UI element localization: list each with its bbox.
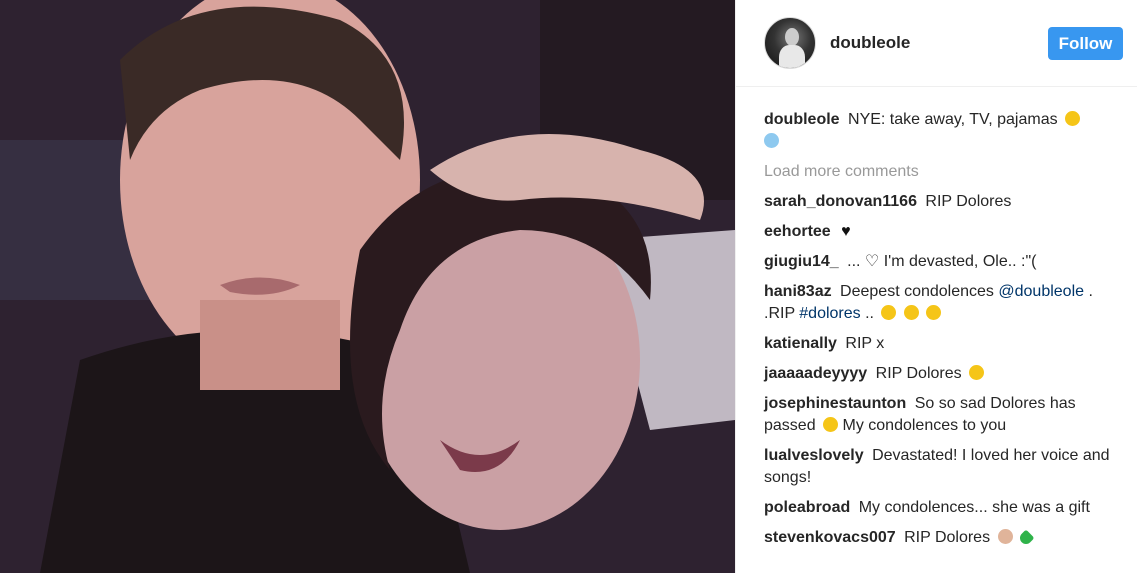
ghost-icon <box>764 133 779 148</box>
comment-item: sarah_donovan1166 RIP Dolores <box>764 191 1119 213</box>
header-username[interactable]: doubleole <box>830 33 910 53</box>
comment-text-part: My condolences to you <box>842 417 1007 434</box>
comment-item: josephinestaunton So so sad Dolores has … <box>764 393 1119 437</box>
comment-item: stevenkovacs007 RIP Dolores <box>764 527 1119 549</box>
avatar-body-shape <box>779 45 805 68</box>
comment-item: eehortee ♥ <box>764 221 1119 243</box>
hashtag-link[interactable]: #dolores <box>799 305 860 322</box>
astonished-face-icon <box>823 417 839 432</box>
caption-username[interactable]: doubleole <box>764 111 840 128</box>
post-photo[interactable] <box>0 0 735 573</box>
photo-illustration <box>0 0 735 573</box>
post-header: doubleole Follow <box>736 0 1137 87</box>
comment-username[interactable]: lualveslovely <box>764 447 864 464</box>
comment-username[interactable]: josephinestaunton <box>764 395 906 412</box>
comment-item: hani83az Deepest condolences @doubleole … <box>764 281 1119 325</box>
comment-text: RIP Dolores <box>925 193 1012 210</box>
unamused-face-icon <box>926 305 942 320</box>
comment-username[interactable]: sarah_donovan1166 <box>764 193 917 210</box>
black-heart-icon: ♥ <box>841 223 851 240</box>
caption-text: NYE: take away, TV, pajamas <box>848 111 1058 128</box>
person-praying-icon <box>997 529 1013 544</box>
sad-face-icon <box>881 305 897 320</box>
grinning-face-icon <box>1065 111 1081 126</box>
comments-list: doubleole NYE: take away, TV, pajamas Lo… <box>764 109 1119 557</box>
caption: doubleole NYE: take away, TV, pajamas <box>764 109 1119 153</box>
comment-item: poleabroad My condolences... she was a g… <box>764 497 1119 519</box>
comment-text: Deepest condolences <box>840 283 994 300</box>
green-heart-icon <box>1017 529 1035 547</box>
comment-username[interactable]: stevenkovacs007 <box>764 529 896 546</box>
comment-text: ... ♡ I'm devasted, Ole.. :"( <box>847 253 1037 270</box>
post-side-panel: doubleole Follow doubleole NYE: take awa… <box>735 0 1137 573</box>
comment-username[interactable]: giugiu14_ <box>764 253 839 270</box>
sad-face-icon <box>969 365 985 380</box>
comment-text: RIP Dolores <box>904 529 991 546</box>
comment-item: giugiu14_ ... ♡ I'm devasted, Ole.. :"( <box>764 251 1119 273</box>
comment-text: My condolences... she was a gift <box>858 499 1090 516</box>
follow-button[interactable]: Follow <box>1048 27 1123 60</box>
unamused-face-icon <box>903 305 919 320</box>
comment-username[interactable]: hani83az <box>764 283 832 300</box>
mention-link[interactable]: @doubleole <box>998 283 1084 300</box>
comment-item: jaaaaadeyyyy RIP Dolores <box>764 363 1119 385</box>
load-more-comments-link[interactable]: Load more comments <box>764 161 1119 183</box>
comment-username[interactable]: eehortee <box>764 223 831 240</box>
avatar-head-shape <box>785 28 799 46</box>
comment-text: RIP x <box>845 335 885 352</box>
user-avatar[interactable] <box>764 17 816 69</box>
comment-username[interactable]: katienally <box>764 335 837 352</box>
comment-item: lualveslovely Devastated! I loved her vo… <box>764 445 1119 489</box>
comment-text-part: .. <box>865 305 874 322</box>
comment-username[interactable]: jaaaaadeyyyy <box>764 365 867 382</box>
comment-username[interactable]: poleabroad <box>764 499 850 516</box>
comment-text: RIP Dolores <box>875 365 962 382</box>
comment-item: katienally RIP x <box>764 333 1119 355</box>
